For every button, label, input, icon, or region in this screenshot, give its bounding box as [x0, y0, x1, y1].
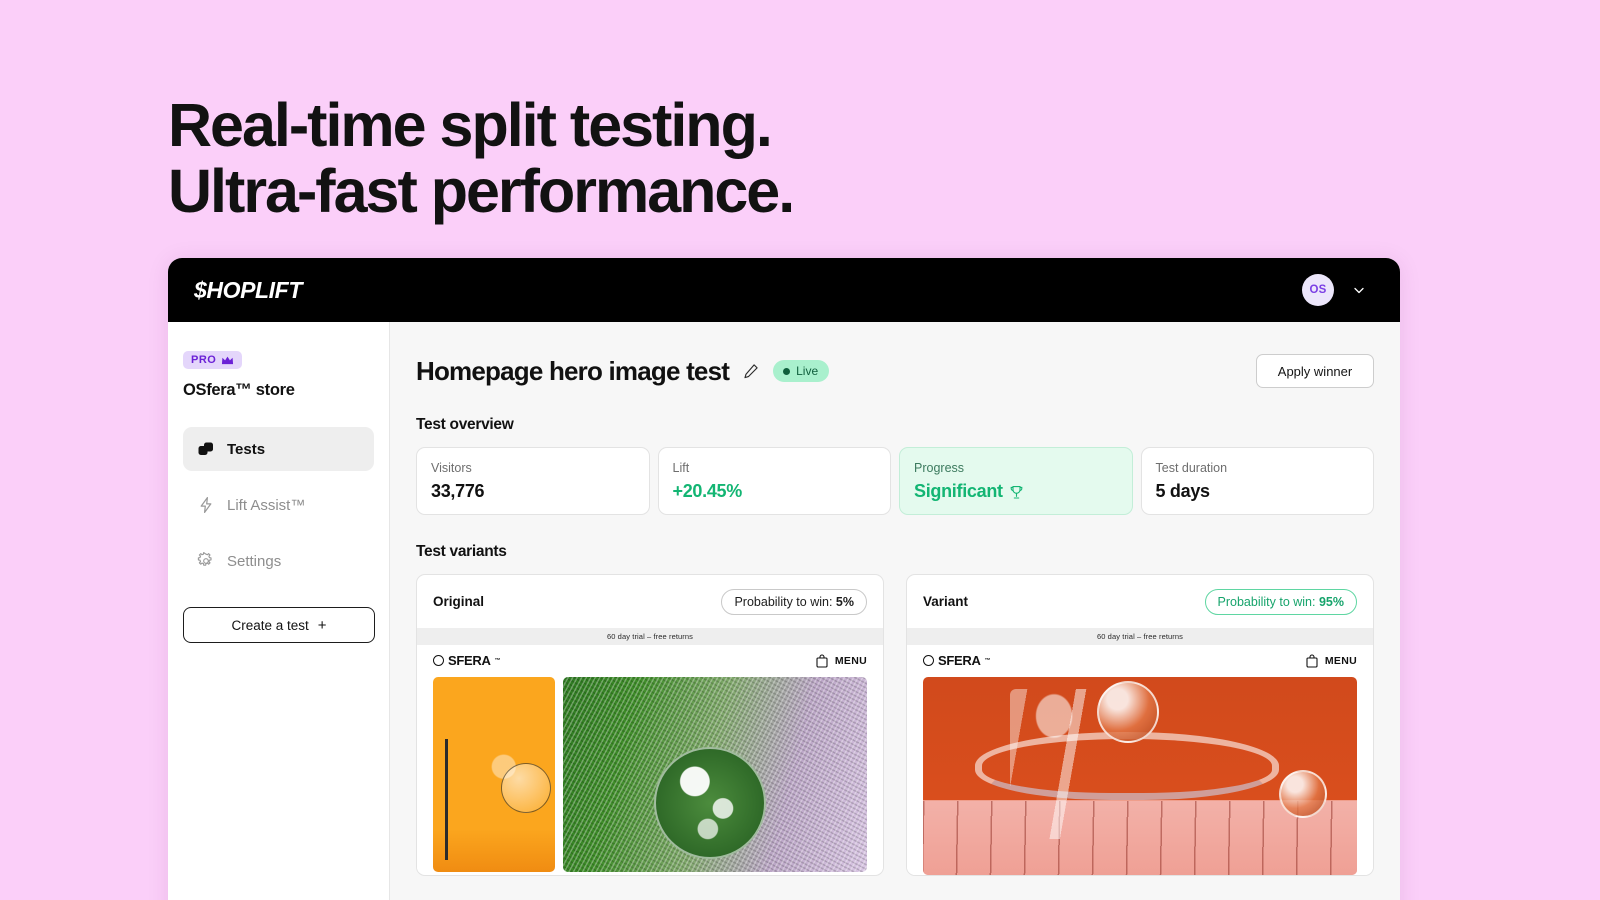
variant-header: Original Probability to win: 5% — [417, 575, 883, 628]
sidebar-item-label: Lift Assist™ — [227, 496, 306, 514]
glass-sphere-right-shape — [1278, 770, 1327, 819]
trophy-icon — [1009, 484, 1024, 499]
sfera-logo: SFERA ™ — [923, 653, 991, 668]
sidebar-item-settings[interactable]: Settings — [183, 539, 374, 583]
crown-icon — [221, 355, 234, 366]
brand-trademark: ™ — [984, 657, 991, 664]
variant-preview-variant: 60 day trial – free returns SFERA ™ MENU — [907, 628, 1373, 875]
preview-menu-label: MENU — [834, 654, 867, 667]
preview-menu-group[interactable]: MENU — [816, 653, 867, 668]
headline-line-2: Ultra-fast performance. — [168, 157, 795, 225]
layers-icon — [197, 440, 215, 458]
apply-winner-button[interactable]: Apply winner — [1256, 354, 1374, 388]
probability-value: 5% — [835, 594, 854, 609]
preview-navbar: SFERA ™ MENU — [417, 645, 883, 677]
stat-label: Visitors — [431, 461, 472, 475]
live-dot-icon — [783, 367, 791, 375]
stat-value: 5 days — [1155, 481, 1211, 501]
probability-badge: Probability to win: 5% — [721, 588, 867, 615]
shopping-bag-icon — [816, 653, 828, 668]
app-window: $HOPLIFT OS PRO OSfera™ store Tests Lift… — [168, 258, 1400, 900]
stat-label: Test duration — [1155, 461, 1228, 475]
gear-icon — [197, 552, 215, 570]
test-variants-heading: Test variants — [416, 543, 507, 560]
shopping-bag-icon — [1306, 653, 1318, 668]
probability-label: Probability to win: — [1217, 594, 1316, 609]
ring-icon — [923, 655, 934, 666]
hero-headline: Real-time split testing. Ultra-fast perf… — [168, 92, 1268, 224]
stat-label: Progress — [914, 461, 965, 475]
stat-card-lift: Lift +20.45% — [657, 447, 891, 515]
plan-badge-label: PRO — [191, 354, 217, 366]
stat-value-row: Significant — [914, 481, 1118, 502]
create-test-button[interactable]: Create a test + — [183, 607, 375, 643]
page-title: Homepage hero image test — [416, 355, 730, 386]
pencil-icon[interactable] — [743, 363, 759, 379]
create-test-label: Create a test — [231, 617, 309, 633]
status-badge: Live — [773, 360, 830, 382]
bolt-icon — [197, 496, 215, 514]
page-headline: Real-time split testing. Ultra-fast perf… — [168, 92, 1268, 224]
preview-hero-images — [417, 677, 883, 872]
store-name: OSfera™ store — [183, 381, 295, 399]
glass-ribbon-shape — [975, 732, 1279, 800]
sidebar-nav: Tests Lift Assist™ Settings — [183, 427, 374, 583]
stat-card-progress: Progress Significant — [899, 447, 1133, 515]
probability-value: 95% — [1318, 594, 1344, 609]
sidebar-item-label: Settings — [227, 552, 282, 570]
plan-badge: PRO — [183, 351, 243, 369]
page-title-group: Homepage hero image test Live — [416, 355, 830, 387]
stat-card-duration: Test duration 5 days — [1140, 447, 1374, 515]
variant-preview-original: 60 day trial – free returns SFERA ™ MENU — [417, 628, 883, 872]
chevron-down-icon[interactable] — [1352, 283, 1366, 297]
announcement-bar: 60 day trial – free returns — [417, 628, 883, 645]
variant-card-variant[interactable]: Variant Probability to win: 95% 60 day t… — [906, 574, 1374, 876]
preview-image-green-mesh — [563, 677, 867, 872]
preview-navbar: SFERA ™ MENU — [907, 645, 1373, 677]
avatar[interactable]: OS — [1302, 274, 1334, 306]
stat-value: Significant — [914, 481, 1003, 501]
variant-header: Variant Probability to win: 95% — [907, 575, 1373, 628]
main-content: Homepage hero image test Live Apply winn… — [390, 322, 1400, 900]
brand-trademark: ™ — [494, 657, 501, 664]
sidebar-item-label: Tests — [227, 440, 266, 458]
preview-image-orange-scene — [923, 677, 1357, 875]
brand-name: SFERA — [938, 653, 981, 668]
preview-menu-group[interactable]: MENU — [1306, 653, 1357, 668]
test-overview-heading: Test overview — [416, 416, 514, 433]
glass-sphere-top-shape — [1096, 680, 1159, 743]
stat-value: +20.45% — [672, 481, 743, 501]
status-badge-label: Live — [796, 364, 819, 378]
sidebar-item-lift-assist[interactable]: Lift Assist™ — [183, 483, 374, 527]
stat-label: Lift — [672, 461, 690, 475]
probability-badge: Probability to win: 95% — [1204, 588, 1357, 615]
stat-card-visitors: Visitors 33,776 — [416, 447, 650, 515]
app-topbar: $HOPLIFT OS — [168, 258, 1400, 322]
brand-name: SFERA — [448, 653, 491, 668]
probability-label: Probability to win: — [734, 594, 833, 609]
ring-icon — [433, 655, 444, 666]
preview-hero-images — [907, 677, 1373, 875]
preview-image-orange-panel — [433, 677, 555, 872]
variant-card-original[interactable]: Original Probability to win: 5% 60 day t… — [416, 574, 884, 876]
preview-menu-label: MENU — [1324, 654, 1357, 667]
topbar-account-area: OS — [1302, 274, 1366, 306]
shoplift-logo[interactable]: $HOPLIFT — [194, 277, 302, 304]
sfera-logo: SFERA ™ — [433, 653, 501, 668]
variant-name: Variant — [923, 594, 969, 609]
plus-icon: + — [317, 616, 327, 634]
stats-grid: Visitors 33,776 Lift +20.45% Progress Si… — [416, 447, 1374, 515]
stat-value: 33,776 — [431, 481, 485, 501]
sidebar: PRO OSfera™ store Tests Lift Assist™ Set… — [168, 322, 390, 900]
page-header-row: Homepage hero image test Live Apply winn… — [416, 354, 1374, 388]
announcement-bar: 60 day trial – free returns — [907, 628, 1373, 645]
sidebar-item-tests[interactable]: Tests — [183, 427, 374, 471]
app-body: PRO OSfera™ store Tests Lift Assist™ Set… — [168, 322, 1400, 900]
variants-grid: Original Probability to win: 5% 60 day t… — [416, 574, 1374, 876]
headline-line-1: Real-time split testing. — [168, 91, 773, 159]
variant-name: Original — [433, 594, 485, 609]
